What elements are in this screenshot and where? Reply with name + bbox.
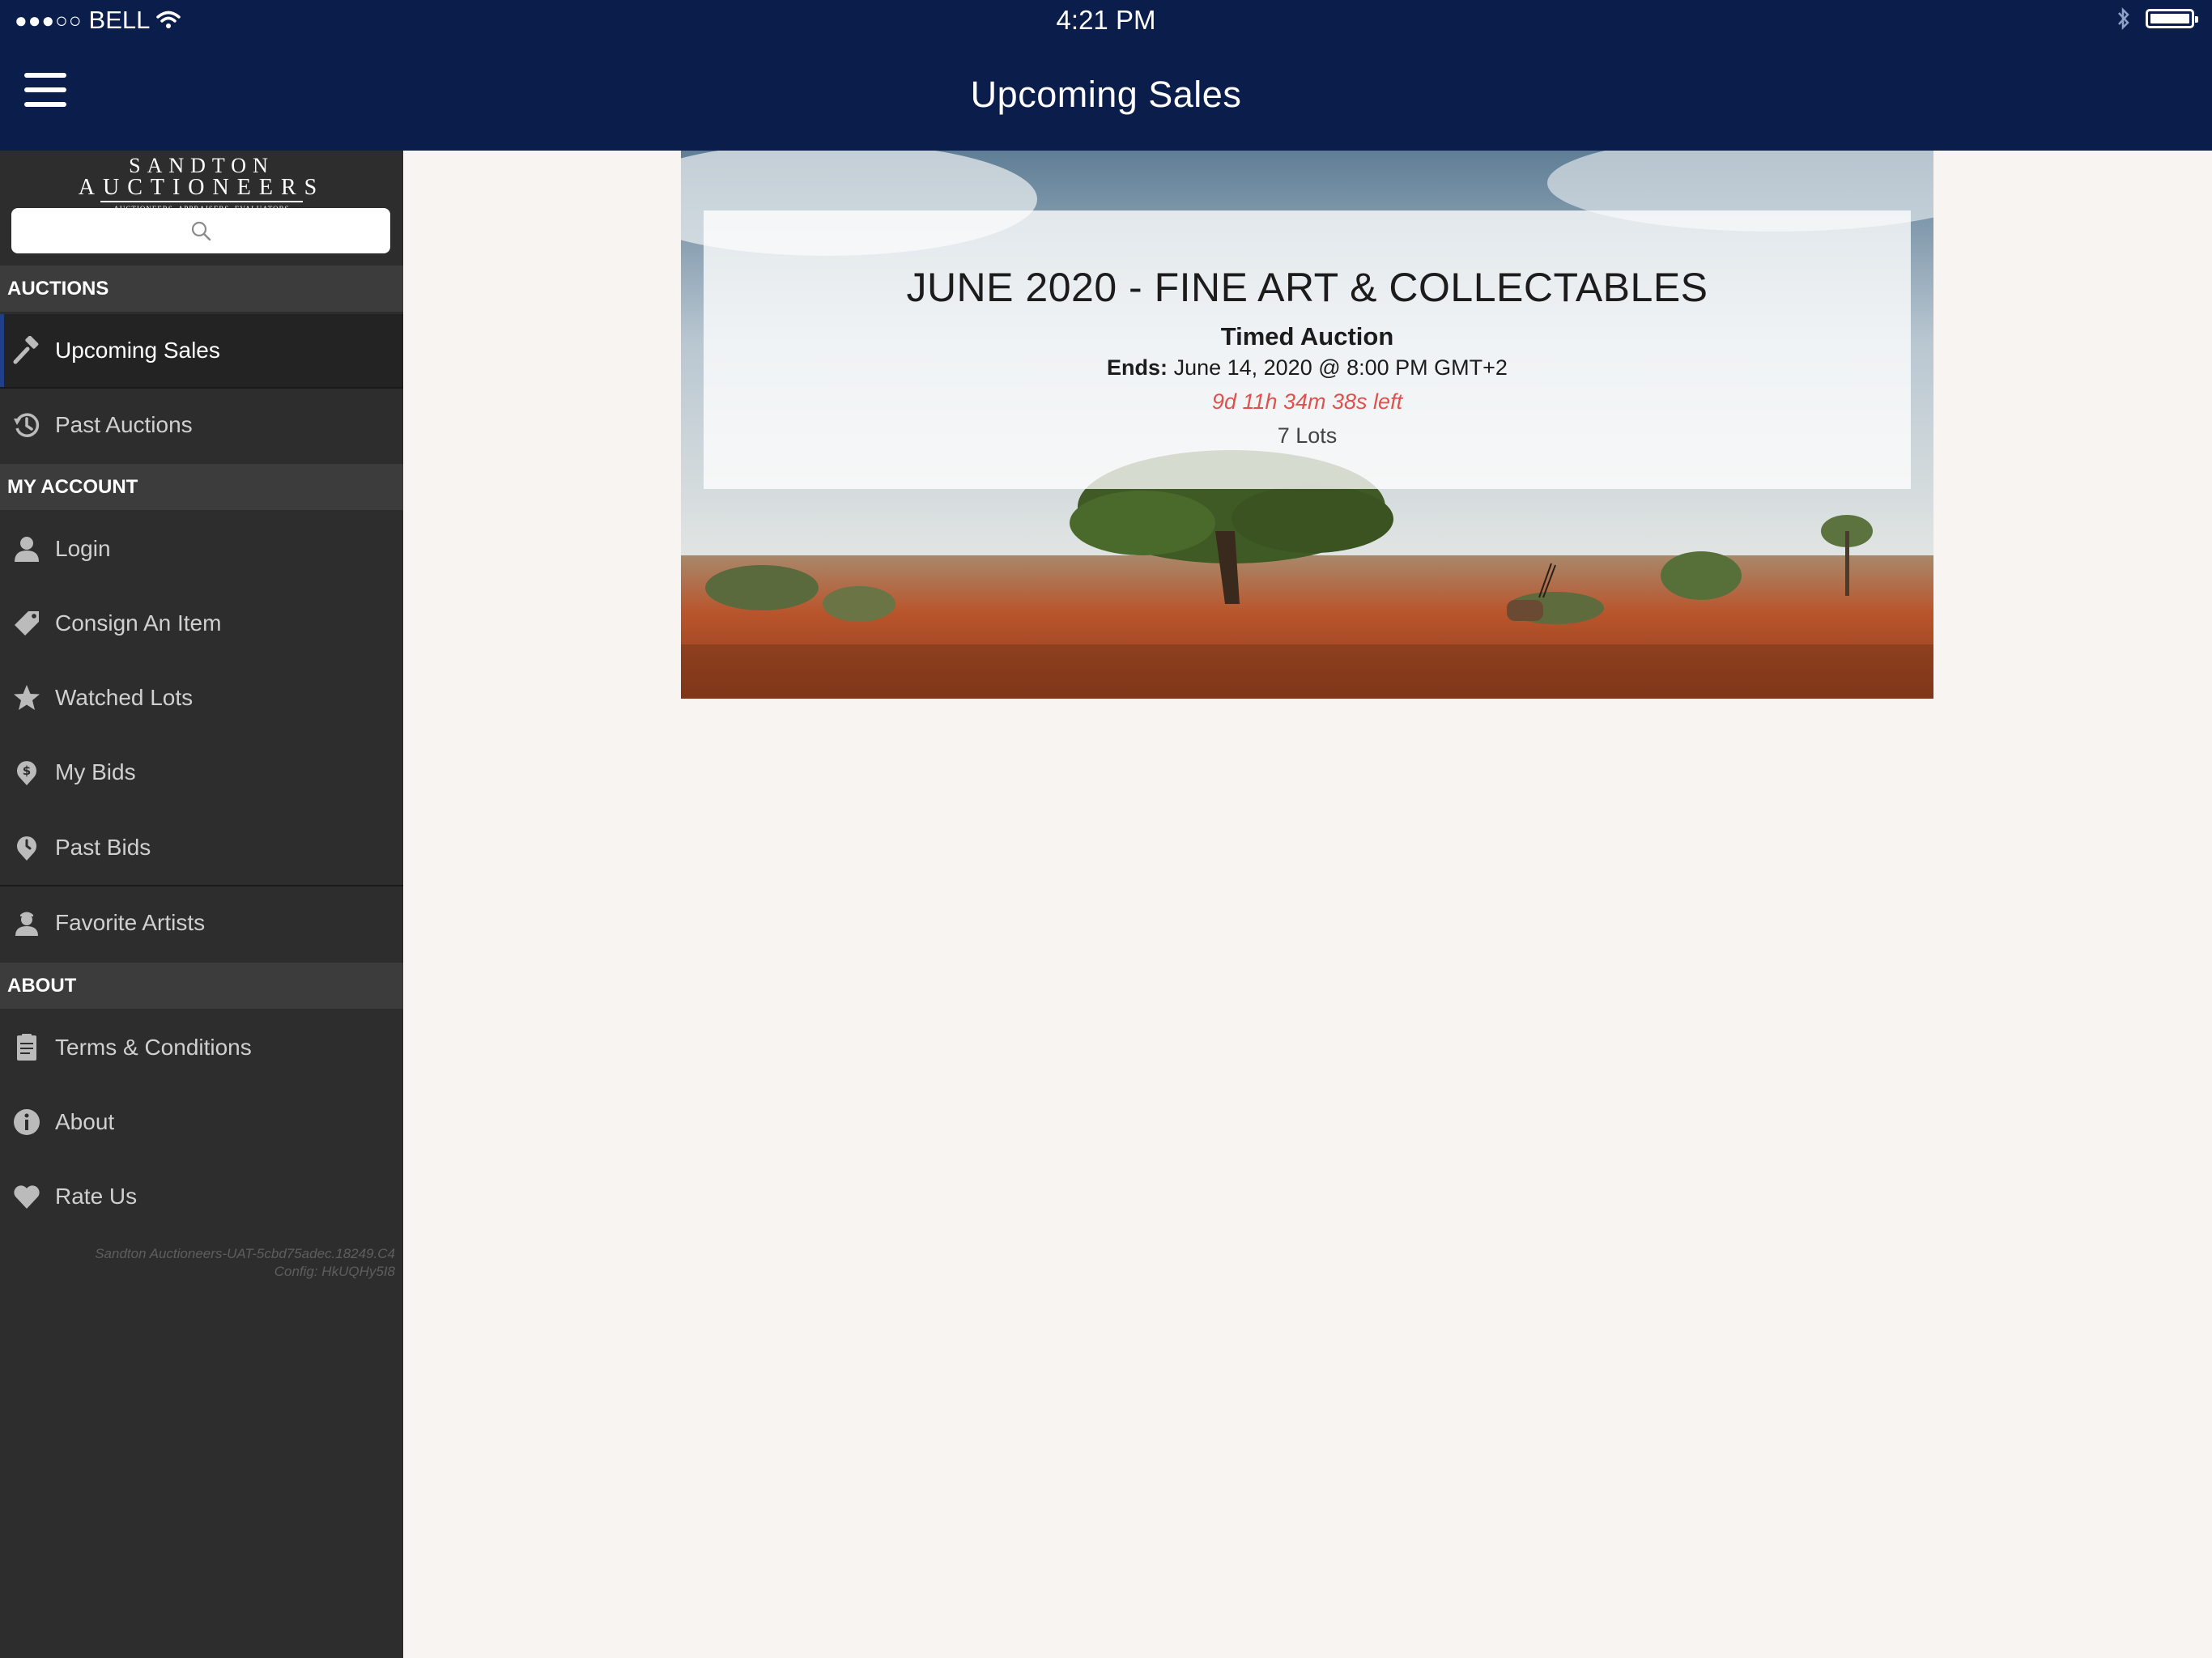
sidebar-item-label: Rate Us [55,1184,138,1209]
auction-card[interactable]: JUNE 2020 - FINE ART & COLLECTABLES Time… [681,151,1933,699]
status-right [2116,6,2198,31]
search-input[interactable] [11,208,390,253]
logo-rule [100,201,303,202]
sidebar-item-label: Past Auctions [55,412,193,437]
sidebar-item-watched-lots[interactable]: Watched Lots [0,661,403,734]
page-title: Upcoming Sales [970,74,1242,115]
auction-end-date: Ends: June 14, 2020 @ 8:00 PM GMT+2 [704,353,1911,382]
top-bar: ●●●○○ BELL 4:21 PM Upcoming Sales [0,0,2212,151]
history-icon [11,409,43,441]
sidebar-item-label: Login [55,536,111,561]
sidebar-item-terms[interactable]: Terms & Conditions [0,1011,403,1084]
section-header-my-account: MY ACCOUNT [0,464,403,510]
sidebar-item-label: Past Bids [55,835,151,860]
battery-icon [2146,9,2198,28]
brand-logo[interactable]: SANDTON AUCTIONEERS AUCTIONEERS, APPRAIS… [0,154,403,214]
sidebar-item-past-auctions[interactable]: Past Auctions [0,389,403,461]
artist-icon [11,907,43,939]
sidebar-item-label: About [55,1109,115,1134]
logo-line2: AUCTIONEERS [78,175,325,200]
build-version: Sandton Auctioneers-UAT-5cbd75adec.18249… [95,1246,395,1261]
sidebar-item-upcoming-sales[interactable]: Upcoming Sales [0,314,403,387]
status-time: 4:21 PM [1056,5,1156,35]
star-icon [11,682,43,714]
sidebar: SANDTON AUCTIONEERS AUCTIONEERS, APPRAIS… [0,151,403,1658]
sidebar-item-label: Consign An Item [55,610,222,636]
countdown-timer: 9d 11h 34m 38s left [1211,389,1403,414]
gavel-icon [11,334,43,367]
sidebar-item-label: Upcoming Sales [55,338,220,363]
auction-type: Timed Auction [1220,322,1394,351]
heart-icon [11,1180,43,1213]
dollar-pin-icon: $ [11,756,43,789]
sidebar-item-about[interactable]: About [0,1086,403,1158]
search-icon [191,221,211,241]
sidebar-item-past-bids[interactable]: Past Bids [0,811,403,884]
bluetooth-icon [2118,6,2129,31]
section-header-about: ABOUT [0,963,403,1009]
sidebar-item-consign[interactable]: Consign An Item [0,587,403,660]
sidebar-item-login[interactable]: Login [0,512,403,585]
sidebar-item-label: Watched Lots [55,685,194,710]
sidebar-item-label: Terms & Conditions [55,1035,252,1060]
info-icon [11,1106,43,1138]
build-config: Config: HkUQHy5I8 [274,1264,395,1279]
ends-value: June 14, 2020 @ 8:00 PM GMT+2 [1173,355,1508,380]
lot-count: 7 Lots [1277,423,1338,448]
sidebar-item-label: Favorite Artists [55,910,206,935]
clock-pin-icon [11,831,43,864]
tag-icon [11,607,43,640]
section-header-auctions: AUCTIONS [0,266,403,312]
sidebar-item-label: My Bids [55,759,136,784]
build-info: Sandton Auctioneers-UAT-5cbd75adec.18249… [95,1245,395,1281]
auction-title[interactable]: JUNE 2020 - FINE ART & COLLECTABLES [704,262,1911,312]
logo-line1: SANDTON [129,154,274,177]
sidebar-item-favorite-artists[interactable]: Favorite Artists [0,886,403,959]
ends-label: Ends: [1107,355,1168,380]
svg-text:$: $ [23,763,31,778]
sidebar-item-rate-us[interactable]: Rate Us [0,1160,403,1233]
sidebar-item-my-bids[interactable]: $ My Bids [0,736,403,809]
auction-info-panel: JUNE 2020 - FINE ART & COLLECTABLES Time… [704,210,1911,489]
document-icon [11,1031,43,1064]
user-icon [11,533,43,565]
